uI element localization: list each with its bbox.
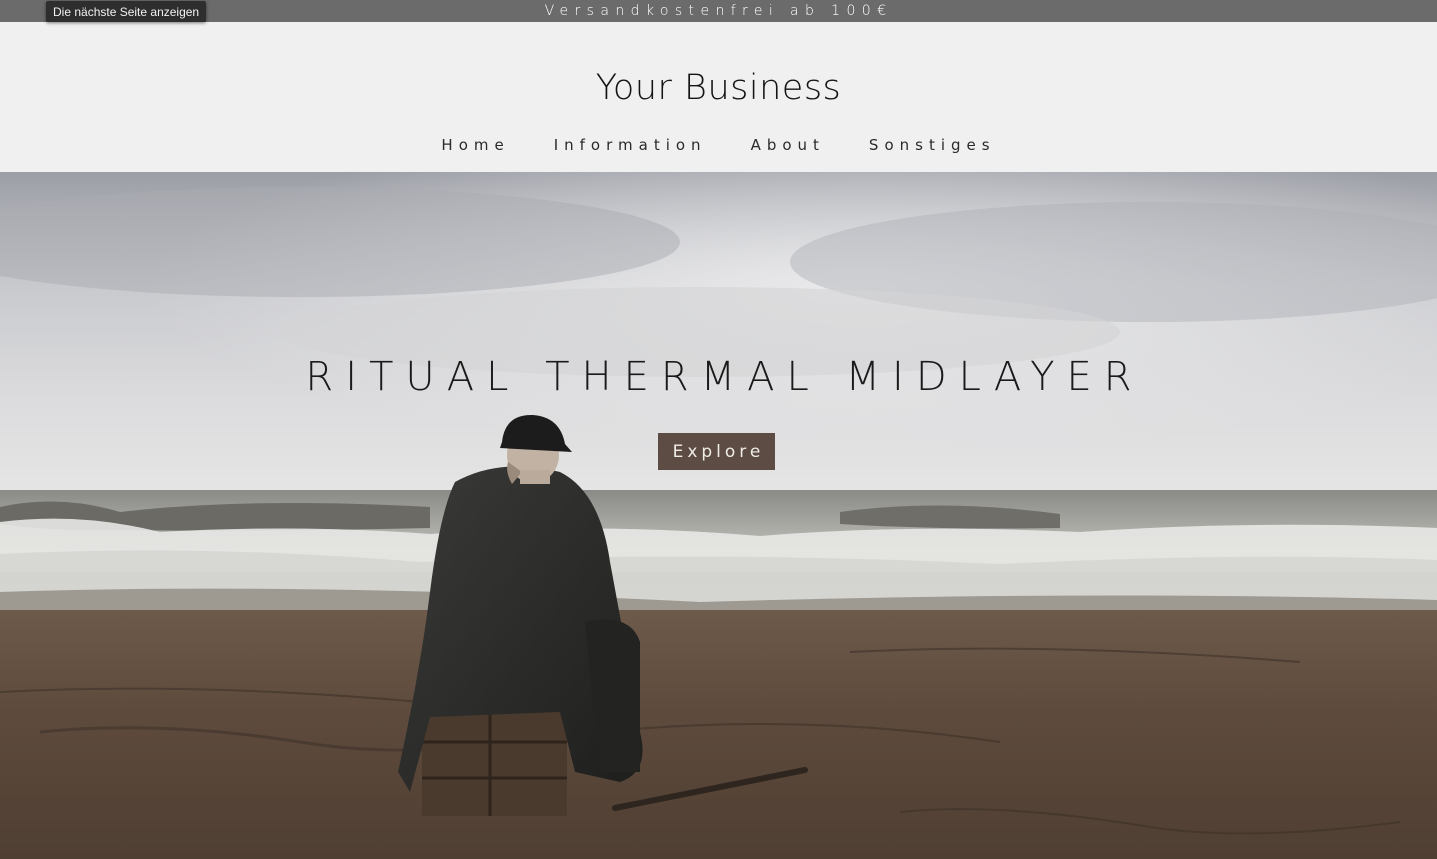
hero-title: RITUAL THERMAL MIDLAYER — [305, 354, 1144, 400]
announcement-bar: Versandkostenfrei ab 100€ — [0, 0, 1437, 22]
hero-image — [0, 172, 1437, 859]
site-header: Your Business Home Information About Son… — [0, 22, 1437, 172]
hero-section: RITUAL THERMAL MIDLAYER Explore — [0, 172, 1437, 859]
brand-title[interactable]: Your Business — [0, 68, 1437, 108]
explore-button[interactable]: Explore — [658, 433, 775, 470]
announcement-text: Versandkostenfrei ab 100€ — [544, 3, 893, 19]
tooltip: Die nächste Seite anzeigen — [46, 1, 207, 22]
nav-item-home[interactable]: Home — [419, 136, 531, 154]
nav-item-sonstiges[interactable]: Sonstiges — [847, 136, 1018, 154]
nav-item-about[interactable]: About — [729, 136, 847, 154]
main-nav: Home Information About Sonstiges — [0, 136, 1437, 154]
nav-item-information[interactable]: Information — [532, 136, 729, 154]
